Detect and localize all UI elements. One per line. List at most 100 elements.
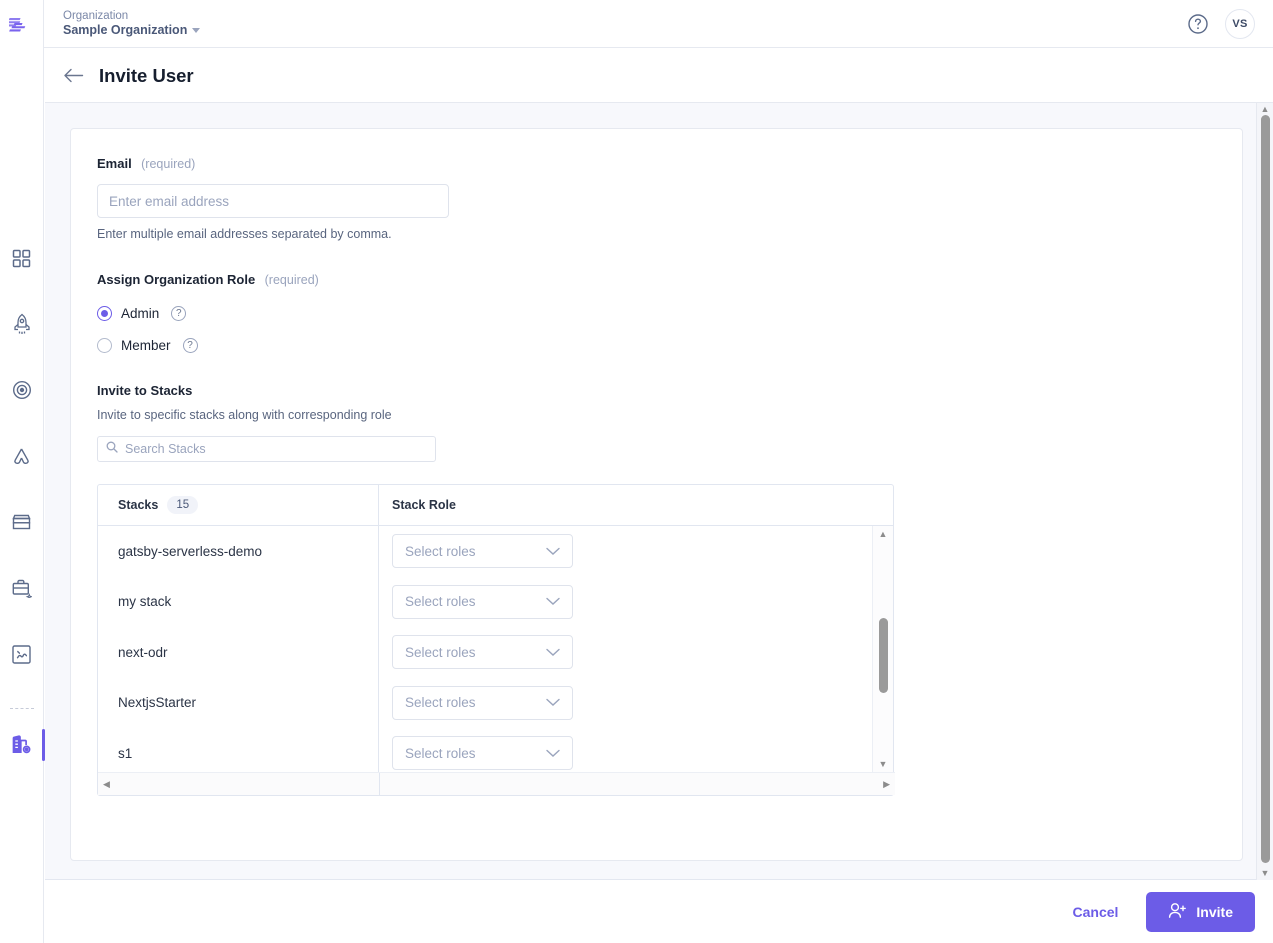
back-button[interactable] <box>63 67 84 84</box>
form-footer: Cancel Invite <box>45 881 1273 943</box>
stack-search-box[interactable] <box>97 436 436 462</box>
stack-role-select-value: Select roles <box>405 644 476 660</box>
email-hint: Enter multiple email addresses separated… <box>97 227 392 241</box>
org-label: Organization <box>63 9 129 22</box>
invite-user-page: Organization Sample Organization VS Invi… <box>0 0 1273 943</box>
email-input[interactable] <box>97 184 449 218</box>
sidebar-item-dashboard[interactable] <box>0 236 44 280</box>
org-role-required-text: (required) <box>264 273 319 287</box>
invite-stacks-description: Invite to specific stacks along with cor… <box>97 408 392 422</box>
page-scroll-down-arrow-icon[interactable]: ▼ <box>1261 869 1270 878</box>
scroll-right-arrow-icon[interactable]: ▶ <box>883 779 890 789</box>
col-header-stack-role-label: Stack Role <box>392 498 456 512</box>
org-selector[interactable]: Sample Organization <box>63 22 201 39</box>
page-scroll-thumb[interactable] <box>1261 115 1270 863</box>
avatar[interactable]: VS <box>1225 8 1255 39</box>
sidebar-item-integrations[interactable] <box>0 632 44 676</box>
table-row: gatsby-serverless-demo Select roles <box>98 526 867 577</box>
help-icon[interactable] <box>1187 13 1209 35</box>
stack-name: next-odr <box>98 627 379 678</box>
stacks-row-list: gatsby-serverless-demo Select roles my s… <box>98 526 867 773</box>
stack-role-cell: Select roles <box>379 584 573 619</box>
stack-name: s1 <box>98 728 379 773</box>
invite-stacks-label: Invite to Stacks <box>97 383 193 398</box>
email-label-row: Email (required) <box>97 155 1216 173</box>
stack-role-select-value: Select roles <box>405 543 476 559</box>
question-circle-icon-admin[interactable]: ? <box>171 306 187 321</box>
page-scrollbar[interactable]: ▲ ▼ <box>1256 103 1273 880</box>
scroll-up-arrow-icon[interactable]: ▲ <box>879 530 888 539</box>
invite-button[interactable]: Invite <box>1146 892 1255 932</box>
stack-name: gatsby-serverless-demo <box>98 526 379 577</box>
col-header-stack-role: Stack Role <box>379 485 456 525</box>
rail-icon-list <box>0 236 45 789</box>
rocket-icon <box>12 313 32 335</box>
rail-divider <box>9 708 34 709</box>
stacks-count-badge: 15 <box>167 495 199 515</box>
chevron-down-icon <box>546 695 560 710</box>
main-content: Email (required) Enter multiple email ad… <box>45 103 1273 880</box>
email-required-text: (required) <box>141 157 196 171</box>
stack-role-cell: Select roles <box>379 685 573 720</box>
stacks-table: Stacks 15 Stack Role gatsby-serverless-d… <box>97 484 895 796</box>
scrollbar-divider <box>379 773 380 795</box>
top-bar: Organization Sample Organization VS <box>44 0 1273 48</box>
stack-role-cell: Select roles <box>379 736 573 771</box>
sidebar-item-organization-settings[interactable] <box>0 723 45 767</box>
search-icon <box>106 440 118 458</box>
col-header-stacks-label: Stacks <box>118 498 159 512</box>
stack-role-select-value: Select roles <box>405 745 476 761</box>
stacks-table-header: Stacks 15 Stack Role <box>98 485 893 526</box>
sidebar-item-marketplace[interactable] <box>0 500 44 544</box>
stack-role-select[interactable]: Select roles <box>392 584 573 619</box>
scroll-down-arrow-icon[interactable]: ▼ <box>879 760 888 769</box>
stacks-table-horizontal-scrollbar[interactable]: ◀ ▶ <box>98 772 895 795</box>
briefcase-icon <box>11 578 32 598</box>
stack-name: NextjsStarter <box>98 677 379 728</box>
page-title: Invite User <box>99 64 194 86</box>
stack-role-cell: Select roles <box>379 534 573 569</box>
vertical-scroll-thumb[interactable] <box>879 618 888 693</box>
email-label: Email <box>97 156 132 171</box>
sidebar-item-deploy[interactable] <box>0 302 44 346</box>
stack-name: my stack <box>98 576 379 627</box>
invite-stacks-group: Invite to Stacks Invite to specific stac… <box>97 383 1216 796</box>
stack-role-select-value: Select roles <box>405 695 476 711</box>
puzzle-icon <box>11 644 32 665</box>
table-row: s1 Select roles <box>98 728 867 773</box>
sidebar-item-services[interactable] <box>0 566 44 610</box>
org-name-text: Sample Organization <box>63 22 188 37</box>
radio-admin-label: Admin <box>121 306 160 321</box>
stack-role-select[interactable]: Select roles <box>392 685 573 720</box>
stack-search-input[interactable] <box>125 442 427 456</box>
radio-member-label: Member <box>121 338 171 353</box>
serverless-logo[interactable] <box>7 10 37 40</box>
question-circle-icon-member[interactable]: ? <box>182 338 198 353</box>
stacks-table-vertical-scrollbar[interactable]: ▲ ▼ <box>872 526 893 773</box>
stack-role-select[interactable]: Select roles <box>392 534 573 569</box>
stack-role-select-value: Select roles <box>405 594 476 610</box>
email-field-group: Email (required) Enter multiple email ad… <box>97 155 1216 241</box>
invite-button-label: Invite <box>1196 904 1233 920</box>
user-plus-icon <box>1168 902 1187 922</box>
radio-member[interactable] <box>97 338 112 353</box>
left-nav-rail <box>0 0 45 943</box>
scroll-left-arrow-icon[interactable]: ◀ <box>103 779 110 789</box>
radio-admin[interactable] <box>97 306 112 321</box>
chevron-down-icon <box>546 645 560 660</box>
invite-form-card: Email (required) Enter multiple email ad… <box>70 128 1243 861</box>
stacks-table-body: gatsby-serverless-demo Select roles my s… <box>98 526 895 773</box>
stack-role-cell: Select roles <box>379 635 573 670</box>
stack-role-select[interactable]: Select roles <box>392 635 573 670</box>
target-icon <box>12 380 32 400</box>
sidebar-item-monitoring[interactable] <box>0 368 44 412</box>
grid-dashboard-icon <box>12 249 31 268</box>
chevron-down-icon <box>546 544 560 559</box>
page-scroll-up-arrow-icon[interactable]: ▲ <box>1261 105 1270 114</box>
store-icon <box>11 513 32 532</box>
stack-role-select[interactable]: Select roles <box>392 736 573 771</box>
radio-option-member[interactable]: Member ? <box>97 338 1216 353</box>
cancel-button[interactable]: Cancel <box>1057 894 1135 930</box>
sidebar-item-apps[interactable] <box>0 434 44 478</box>
radio-option-admin[interactable]: Admin ? <box>97 306 1216 321</box>
